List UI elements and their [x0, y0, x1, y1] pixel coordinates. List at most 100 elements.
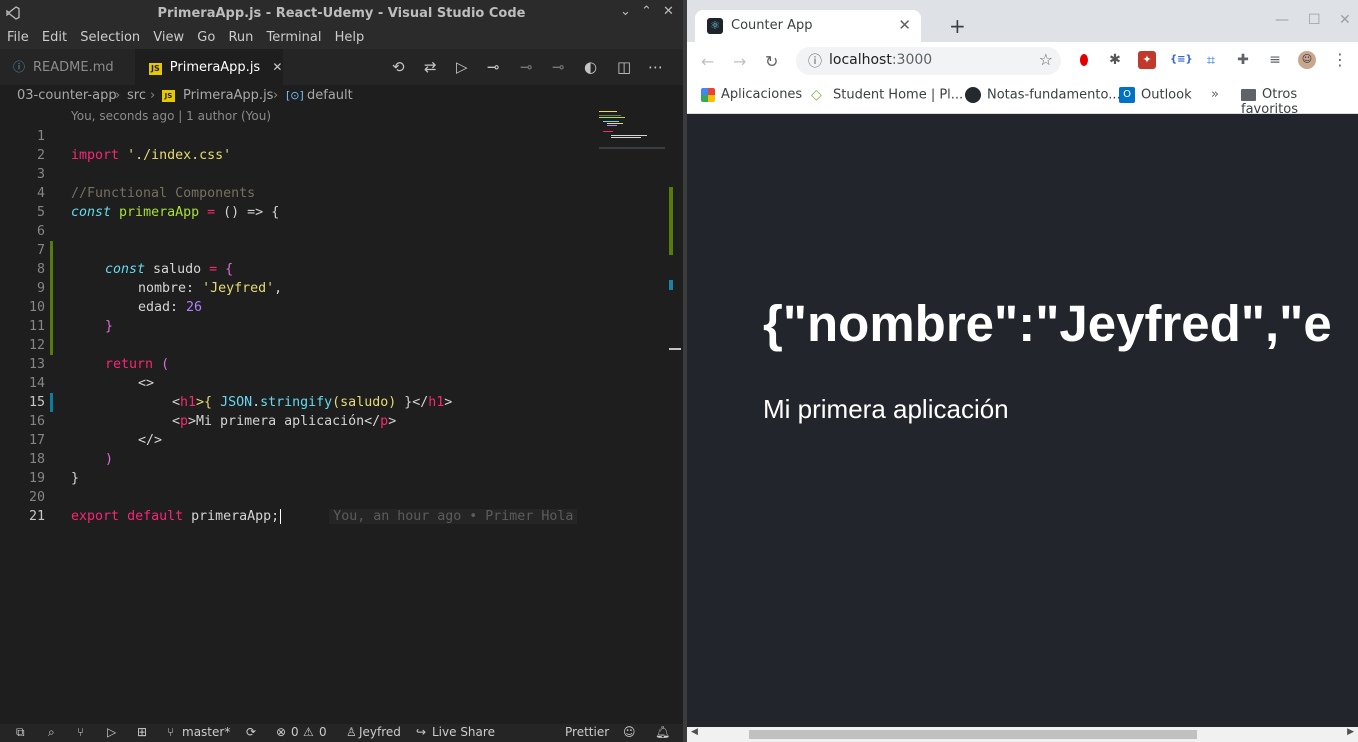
breadcrumb-src[interactable]: src [127, 88, 146, 103]
grid-extension-icon[interactable]: ⌗ [1202, 51, 1220, 69]
source-control-icon[interactable]: ⑂ [77, 725, 84, 739]
page-heading: {"nombre":"Jeyfred","e [763, 295, 1332, 352]
new-tab-icon[interactable]: + [949, 14, 966, 38]
menu-help[interactable]: Help [335, 27, 365, 45]
browser-tab[interactable]: ⚛ Counter App ✕ [695, 10, 921, 42]
menu-selection[interactable]: Selection [80, 27, 140, 45]
code-line: 5 const primeraApp = () => { [36, 205, 280, 220]
js-file-icon: JS [162, 90, 175, 102]
symbol-field-icon: [⊙] [286, 89, 304, 102]
scroll-right-icon[interactable]: ▶ [1347, 727, 1354, 737]
code-line: 18) [28, 452, 114, 467]
minimap[interactable] [597, 107, 669, 157]
menu-run[interactable]: Run [228, 27, 253, 45]
warning-count[interactable]: 0 [319, 725, 327, 739]
maximize-icon[interactable]: ☐ [1308, 12, 1321, 28]
code-line: 17 </> [28, 433, 163, 448]
bookmark-other-favorites[interactable]: Otros favoritos [1241, 87, 1358, 117]
code-line: 1 [36, 129, 45, 144]
avatar[interactable]: ☺ [1298, 51, 1316, 69]
vscode-window: PrimeraApp.js - React-Udemy - Visual Stu… [0, 0, 683, 742]
code-line: 12 [28, 338, 45, 353]
horizontal-scrollbar[interactable]: ◀ ▶ [687, 727, 1358, 742]
bookmark-notas[interactable]: Notas-fundamento... [965, 87, 1121, 103]
open-changes-icon[interactable]: ◐ [584, 58, 597, 76]
more-bookmarks-button[interactable]: » [1211, 87, 1219, 102]
close-window-icon[interactable]: ✕ [1339, 12, 1351, 28]
site-info-icon[interactable]: ⓘ [808, 51, 822, 71]
bookmark-outlook[interactable]: O Outlook [1119, 87, 1192, 103]
code-line: 15 <h1>{ JSON.stringify(saludo) }</h1> [28, 395, 453, 410]
scroll-left-icon[interactable]: ◀ [691, 727, 698, 737]
gutter-modified-marker[interactable] [50, 393, 53, 412]
more-menu-icon[interactable]: ⋮ [1331, 51, 1349, 69]
browser-toolbar: ← → ↻ ⓘ localhost:3000 ☆ ⬮ ✱ ✦ {≡} ⌗ ✚ ≡… [687, 42, 1358, 80]
notifications-icon[interactable]: 🔔︎ [655, 725, 670, 739]
outlook-icon: O [1119, 87, 1135, 103]
red-extension-icon[interactable]: ✦ [1138, 51, 1156, 69]
json-extension-icon[interactable]: {≡} [1170, 51, 1193, 69]
error-icon: ⊗ [276, 725, 287, 739]
breadcrumb-symbol[interactable]: default [307, 88, 353, 103]
scrollbar-cursor-indicator [669, 348, 681, 350]
text-cursor [280, 509, 282, 524]
address-bar[interactable]: ⓘ localhost:3000 ☆ [796, 47, 1061, 75]
run-icon[interactable]: ▷ [456, 58, 468, 76]
bookmark-star-icon[interactable]: ☆ [1039, 50, 1053, 69]
search-icon[interactable]: ⌕ [48, 725, 55, 740]
opera-extension-icon[interactable]: ⬮ [1075, 51, 1093, 69]
code-line: 9 nombre: 'Jeyfred', [36, 281, 283, 296]
git-branch-icon: ⑂ [167, 725, 175, 739]
close-tab-icon[interactable]: ✕ [898, 16, 911, 34]
extensions-puzzle-icon[interactable]: ✚ [1234, 51, 1252, 69]
info-icon: ⓘ [13, 60, 26, 74]
compare-changes-icon[interactable]: ⇄ [424, 58, 437, 76]
menu-go[interactable]: Go [197, 27, 215, 45]
split-editor-icon[interactable]: ◫ [617, 58, 631, 76]
code-editor[interactable]: You, seconds ago | 1 author (You) 1 2 imp… [0, 107, 683, 724]
tab-primeraapp[interactable]: JS PrimeraApp.js ✕ [135, 49, 283, 85]
menu-file[interactable]: File [7, 27, 29, 45]
feedback-icon[interactable]: ☺ [623, 725, 636, 739]
next-change-icon[interactable]: ⊸ [552, 58, 565, 76]
code-line: 13 return ( [28, 357, 170, 372]
bookmark-student-home[interactable]: ◇ Student Home | Pl... [811, 87, 963, 103]
bug-extension-icon[interactable]: ✱ [1106, 51, 1124, 69]
git-branch[interactable]: master* [182, 725, 230, 739]
live-share-button[interactable]: Live Share [432, 725, 495, 739]
breadcrumb-file[interactable]: PrimeraApp.js [183, 88, 273, 103]
menu-view[interactable]: View [153, 27, 184, 45]
gutter-added-marker[interactable] [50, 241, 53, 355]
remote-icon[interactable]: ⧉ [16, 725, 25, 740]
media-queue-icon[interactable]: ≡ [1266, 51, 1284, 69]
codelens-authors[interactable]: You, seconds ago | 1 author (You) [71, 109, 271, 123]
menu-terminal[interactable]: Terminal [267, 27, 322, 45]
prettier-status[interactable]: Prettier [565, 725, 609, 739]
reload-icon[interactable]: ↻ [765, 52, 778, 71]
close-window-icon[interactable]: ✕ [663, 4, 674, 19]
error-count[interactable]: 0 [291, 725, 299, 739]
minimize-icon[interactable]: ⌄ [620, 4, 631, 19]
run-debug-icon[interactable]: ▷ [107, 725, 116, 739]
back-icon[interactable]: ← [701, 52, 714, 71]
maximize-icon[interactable]: ⌃ [641, 4, 652, 19]
menu-edit[interactable]: Edit [42, 27, 67, 45]
extensions-icon[interactable]: ⊞ [137, 725, 147, 739]
forward-icon[interactable]: → [733, 52, 746, 71]
git-commit-icon[interactable]: ⊸ [487, 58, 500, 76]
minimize-icon[interactable]: — [1275, 12, 1289, 28]
close-tab-icon[interactable]: ✕ [272, 60, 282, 74]
more-actions-icon[interactable]: ⋯ [648, 58, 663, 76]
breadcrumb-folder[interactable]: 03-counter-app [17, 88, 117, 103]
previous-change-icon[interactable]: ⊸ [520, 58, 533, 76]
code-line: 14 <> [28, 376, 155, 391]
code-line: 4//Functional Components [36, 186, 256, 201]
chevron-right-icon: › [273, 88, 279, 103]
tab-readme[interactable]: ⓘ README.md [0, 49, 135, 85]
scrollbar-thumb[interactable] [749, 730, 1197, 739]
history-icon[interactable]: ⟲ [392, 58, 405, 76]
user-name[interactable]: Jeyfred [359, 725, 401, 739]
bookmark-apps[interactable]: Aplicaciones [701, 87, 802, 102]
sync-icon[interactable]: ⟳ [246, 725, 256, 739]
chevron-right-icon: › [115, 88, 121, 103]
